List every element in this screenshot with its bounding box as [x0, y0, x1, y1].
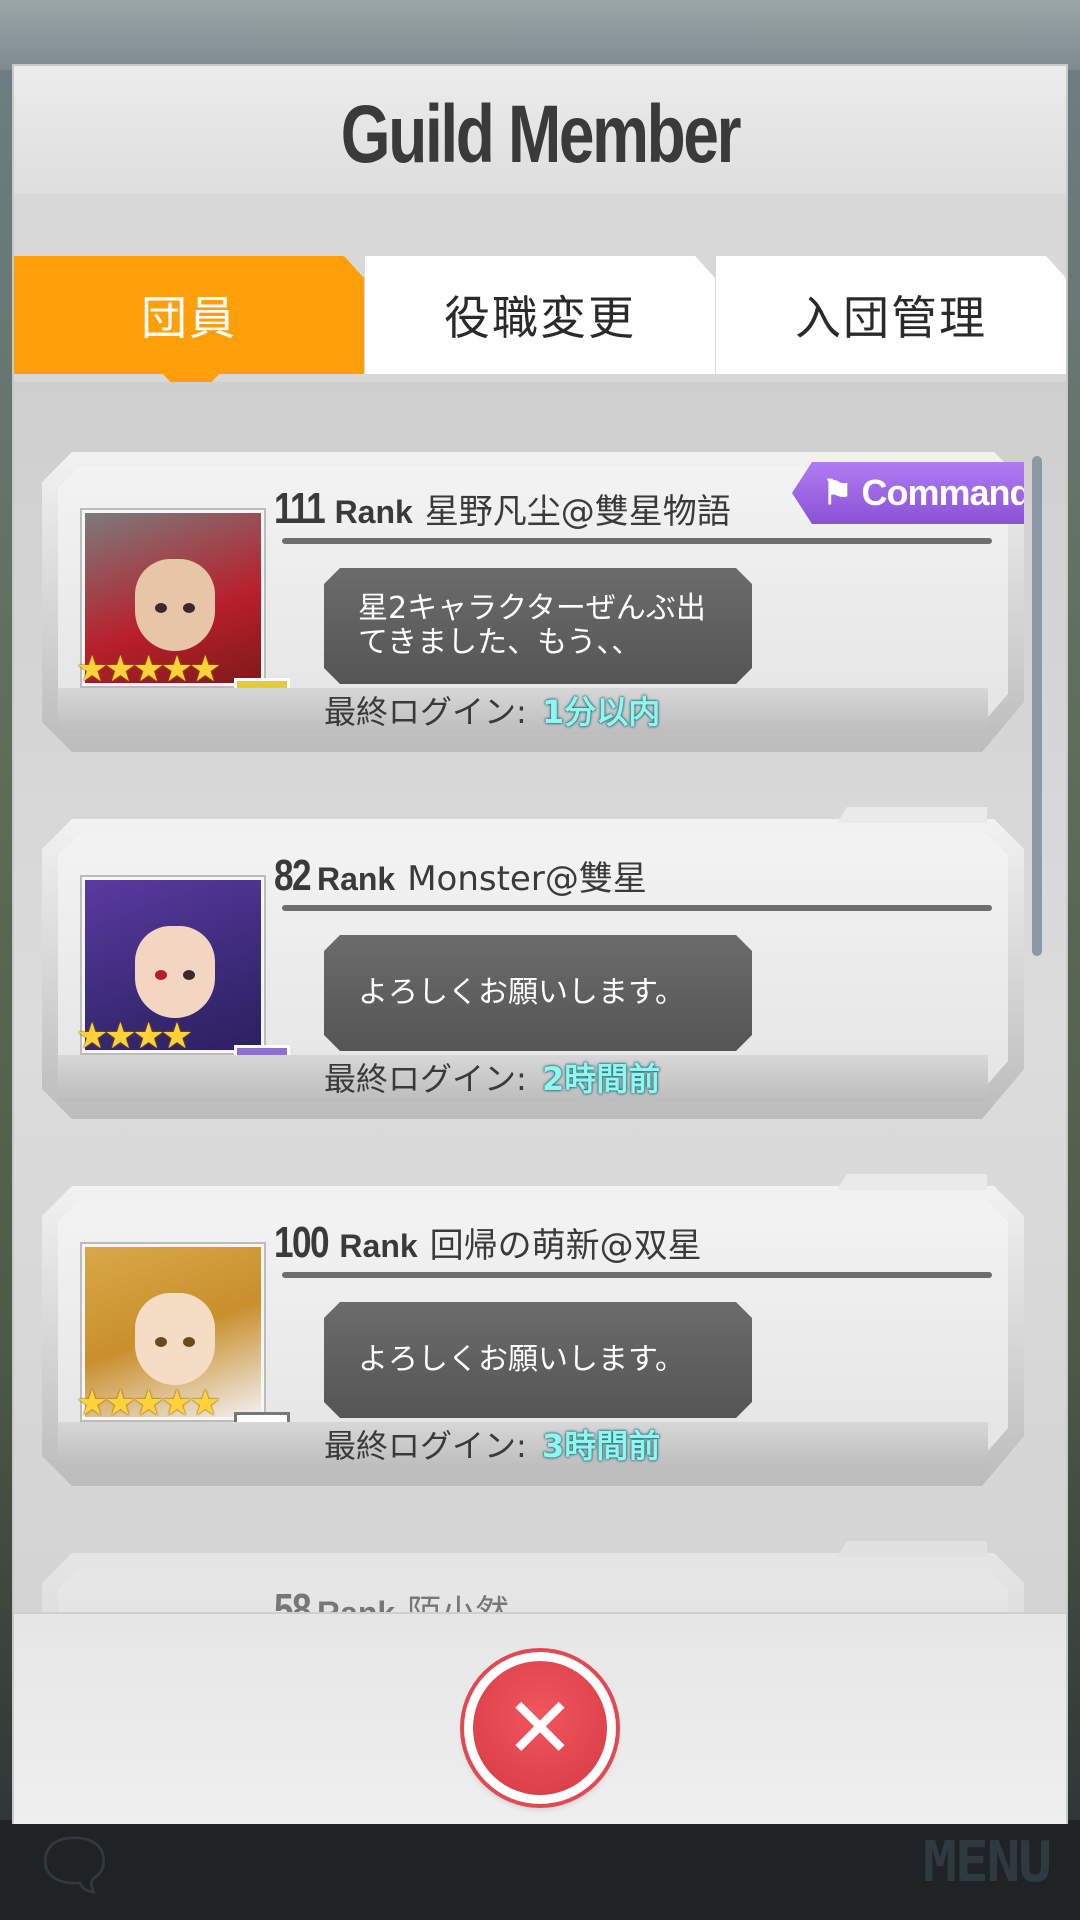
rarity-stars: ★★★★★	[76, 1383, 221, 1424]
rank-line: 82 Rank Monster@雙星	[274, 851, 647, 901]
tab-bar: 団員 役職変更 入団管理	[14, 194, 1066, 404]
scrollbar[interactable]	[1032, 456, 1042, 956]
last-login-label: 最終ログイン:	[324, 693, 527, 731]
close-button-inner: ✕	[473, 1661, 607, 1795]
last-login-value: 3時間前	[542, 1427, 661, 1465]
last-login-value: 2時間前	[542, 1060, 661, 1098]
card-tab	[837, 1174, 987, 1190]
player-name: Monster@雙星	[407, 859, 647, 899]
tab-join-management[interactable]: 入団管理	[716, 256, 1066, 374]
rank-number: 82	[274, 851, 312, 900]
card-tab	[837, 1541, 987, 1557]
card-tab	[837, 807, 987, 823]
player-name: 星野凡尘@雙星物語	[424, 492, 731, 532]
member-card[interactable]: ★★★★ Lv 100 ✕ 82 Rank Monster@雙星 よろしくお願い…	[42, 807, 1024, 1119]
message-bubble: よろしくお願いします。	[324, 935, 752, 1051]
last-login-value: 1分以内	[542, 693, 661, 731]
commander-badge: ⚑ Commander	[792, 462, 1024, 524]
rarity-stars: ★★★★★	[76, 649, 221, 690]
rank-word: Rank	[316, 861, 396, 897]
rank-line: 111 Rank 星野凡尘@雙星物語	[274, 484, 731, 534]
tab-role-change[interactable]: 役職変更	[365, 256, 715, 374]
rank-number: 111	[274, 484, 326, 533]
close-button[interactable]: ✕	[464, 1652, 616, 1804]
rank-word: Rank	[339, 1228, 418, 1264]
member-card[interactable]: ★★★★★ Lv 90 ⛨ 111 Rank 星野凡尘@雙星物語 星2キャラクタ…	[42, 452, 1024, 752]
name-underline	[282, 538, 992, 544]
message-bubble: 星2キャラクターぜんぶ出てきました、もう、、	[324, 568, 752, 684]
guild-member-modal: Guild Member 団員 役職変更 入団管理 ★★★★★ Lv 90 ⛨ …	[14, 66, 1066, 1824]
message-bubble: よろしくお願いします。	[324, 1302, 752, 1418]
rank-line: 100 Rank 回帰の萌新@双星	[274, 1218, 702, 1268]
modal-title: Guild Member	[340, 89, 742, 180]
flag-icon: ⚑	[822, 474, 853, 512]
member-list[interactable]: ★★★★★ Lv 90 ⛨ 111 Rank 星野凡尘@雙星物語 星2キャラクタ…	[14, 382, 1066, 1672]
last-login-label: 最終ログイン:	[324, 1060, 527, 1098]
menu-button: MENU	[923, 1830, 1052, 1895]
tab-members[interactable]: 団員	[14, 256, 364, 374]
member-card[interactable]: ★★★★★ Lv 80 † 100 Rank 回帰の萌新@双星 よろしくお願いし…	[42, 1174, 1024, 1486]
rank-word: Rank	[334, 494, 413, 530]
modal-header: Guild Member	[14, 66, 1066, 194]
rarity-stars: ★★★★	[76, 1016, 193, 1057]
name-underline	[282, 1272, 992, 1278]
name-underline	[282, 905, 992, 911]
chat-icon: 🗨	[30, 1824, 119, 1906]
last-login-label: 最終ログイン:	[324, 1427, 527, 1465]
close-icon: ✕	[504, 1679, 576, 1777]
modal-footer: ✕	[14, 1612, 1066, 1824]
player-name: 回帰の萌新@双星	[429, 1226, 702, 1266]
background-top	[0, 0, 1080, 70]
background-bottom-bar	[0, 1820, 1080, 1920]
rank-number: 100	[274, 1218, 330, 1267]
